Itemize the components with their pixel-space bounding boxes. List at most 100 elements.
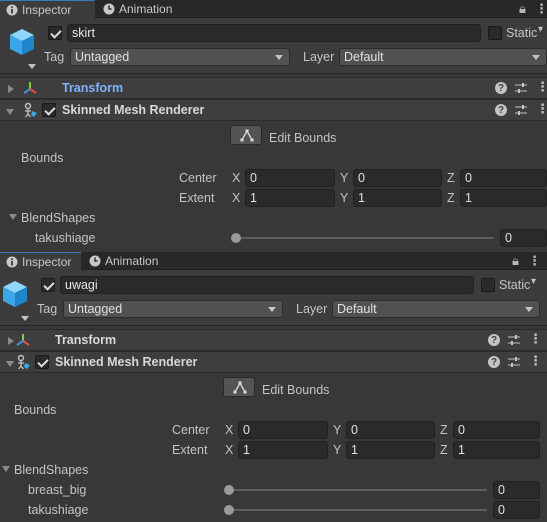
center-z-field[interactable]: 0: [460, 169, 547, 187]
blendshapes-label: BlendShapes: [21, 211, 96, 225]
blendshape-value-field[interactable]: 0: [493, 481, 540, 499]
blendshape-slider-knob[interactable]: [231, 233, 241, 243]
tab-inspector-label: Inspector: [22, 3, 72, 17]
center-y-field[interactable]: 0: [346, 421, 435, 439]
layer-dropdown[interactable]: Default: [339, 48, 547, 66]
extent-y-field[interactable]: 1: [346, 441, 435, 459]
preset-sliders-icon[interactable]: [507, 355, 521, 369]
foldout-arrow-icon[interactable]: [8, 337, 14, 345]
lock-icon[interactable]: 🔒︎: [519, 1, 526, 17]
icon-dropdown-arrow-icon[interactable]: [21, 316, 29, 321]
center-y-field[interactable]: 0: [353, 169, 442, 187]
icon-dropdown-arrow-icon[interactable]: [28, 64, 36, 69]
smr-component-header[interactable]: Skinned Mesh Renderer ? ⋮: [0, 99, 547, 121]
help-icon[interactable]: ?: [488, 334, 500, 346]
chevron-down-icon: [268, 307, 276, 312]
blendshapes-foldout-icon[interactable]: [9, 214, 17, 220]
tab-animation[interactable]: Animation: [83, 252, 183, 270]
object-header: skirt Static ▾ Tag Untagged Layer Defaul…: [0, 18, 547, 74]
gameobject-cube-icon[interactable]: [1, 279, 29, 309]
gameobject-cube-icon[interactable]: [8, 27, 36, 57]
smr-component-header[interactable]: Skinned Mesh Renderer ? ⋮: [0, 351, 547, 373]
static-checkbox[interactable]: [488, 26, 502, 40]
tab-bar: Inspector Animation 🔒︎ ⋮: [0, 0, 547, 18]
center-x-field[interactable]: 0: [238, 421, 328, 439]
tab-inspector[interactable]: Inspector: [0, 252, 81, 270]
skinned-mesh-icon: [24, 102, 37, 118]
blendshape-slider-track[interactable]: [229, 489, 487, 491]
center-x-field[interactable]: 0: [245, 169, 335, 187]
chevron-down-icon: [525, 307, 533, 312]
component-menu-icon[interactable]: ⋮: [529, 331, 543, 346]
foldout-arrow-icon[interactable]: [8, 85, 14, 93]
help-icon[interactable]: ?: [495, 104, 507, 116]
blendshape-value-field[interactable]: 0: [500, 229, 547, 247]
blendshape-name: takushiage: [35, 231, 96, 245]
transform-component-header[interactable]: Transform ? ⋮: [0, 77, 547, 99]
tab-inspector[interactable]: Inspector: [0, 0, 95, 18]
inspector-panel-uwagi: Inspector Animation 🔒︎ ⋮ uwagi Static ▾ …: [0, 252, 547, 522]
center-z-label: Z: [440, 423, 448, 437]
static-dropdown-icon[interactable]: ▾: [531, 276, 536, 287]
more-menu-icon[interactable]: ⋮: [535, 1, 547, 17]
extent-z-field[interactable]: 1: [460, 189, 547, 207]
extent-y-label: Y: [333, 443, 342, 457]
layer-dropdown[interactable]: Default: [332, 300, 540, 318]
object-header: uwagi Static ▾ Tag Untagged Layer Defaul…: [0, 270, 547, 326]
blendshape-name: takushiage: [28, 503, 89, 517]
lock-icon[interactable]: 🔒︎: [512, 253, 519, 269]
preset-sliders-icon[interactable]: [514, 81, 528, 95]
smr-title: Skinned Mesh Renderer: [55, 355, 198, 369]
active-checkbox[interactable]: [48, 26, 62, 40]
layer-label: Layer: [303, 50, 335, 64]
blendshape-name: breast_big: [28, 483, 87, 497]
edit-bounds-label: Edit Bounds: [269, 131, 337, 145]
static-checkbox[interactable]: [481, 278, 495, 292]
center-y-label: Y: [333, 423, 342, 437]
inspector-panel-skirt: Inspector Animation 🔒︎ ⋮ skirt Static ▾ …: [0, 0, 547, 252]
foldout-arrow-icon[interactable]: [6, 361, 14, 367]
edit-bounds-button[interactable]: [230, 125, 262, 145]
object-name-field[interactable]: skirt: [67, 24, 481, 42]
extent-x-label: X: [232, 191, 241, 205]
edit-bounds-icon: [233, 381, 247, 394]
extent-y-field[interactable]: 1: [353, 189, 442, 207]
extent-x-field[interactable]: 1: [245, 189, 335, 207]
transform-title: Transform: [55, 333, 117, 347]
component-menu-icon[interactable]: ⋮: [529, 353, 543, 368]
center-x-label: X: [232, 171, 241, 185]
smr-enabled-checkbox[interactable]: [42, 103, 56, 117]
tab-animation[interactable]: Animation: [97, 0, 197, 18]
tag-dropdown[interactable]: Untagged: [70, 48, 290, 66]
help-icon[interactable]: ?: [495, 82, 507, 94]
blendshape-value-field[interactable]: 0: [493, 501, 540, 519]
blendshape-slider-knob[interactable]: [224, 505, 234, 515]
blendshape-slider-knob[interactable]: [224, 485, 234, 495]
blendshapes-foldout-icon[interactable]: [2, 466, 10, 472]
help-icon[interactable]: ?: [488, 356, 500, 368]
preset-sliders-icon[interactable]: [507, 333, 521, 347]
edit-bounds-button[interactable]: [223, 377, 255, 397]
component-menu-icon[interactable]: ⋮: [536, 79, 547, 94]
transform-component-header[interactable]: Transform ? ⋮: [0, 329, 547, 351]
more-menu-icon[interactable]: ⋮: [528, 253, 541, 269]
extent-x-field[interactable]: 1: [238, 441, 328, 459]
center-y-label: Y: [340, 171, 349, 185]
blendshape-slider-track[interactable]: [229, 509, 487, 511]
active-checkbox[interactable]: [41, 278, 55, 292]
tab-bar: Inspector Animation 🔒︎ ⋮: [0, 252, 547, 270]
component-menu-icon[interactable]: ⋮: [536, 101, 547, 116]
transform-title: Transform: [62, 81, 124, 95]
smr-enabled-checkbox[interactable]: [35, 355, 49, 369]
blendshape-slider-track[interactable]: [236, 237, 494, 239]
extent-z-field[interactable]: 1: [453, 441, 540, 459]
object-name-field[interactable]: uwagi: [60, 276, 474, 294]
bounds-label: Bounds: [14, 403, 57, 417]
tag-dropdown[interactable]: Untagged: [63, 300, 283, 318]
extent-label: Extent: [179, 191, 215, 205]
center-z-field[interactable]: 0: [453, 421, 540, 439]
clock-icon: [103, 3, 115, 15]
static-dropdown-icon[interactable]: ▾: [538, 24, 543, 35]
foldout-arrow-icon[interactable]: [6, 109, 14, 115]
preset-sliders-icon[interactable]: [514, 103, 528, 117]
